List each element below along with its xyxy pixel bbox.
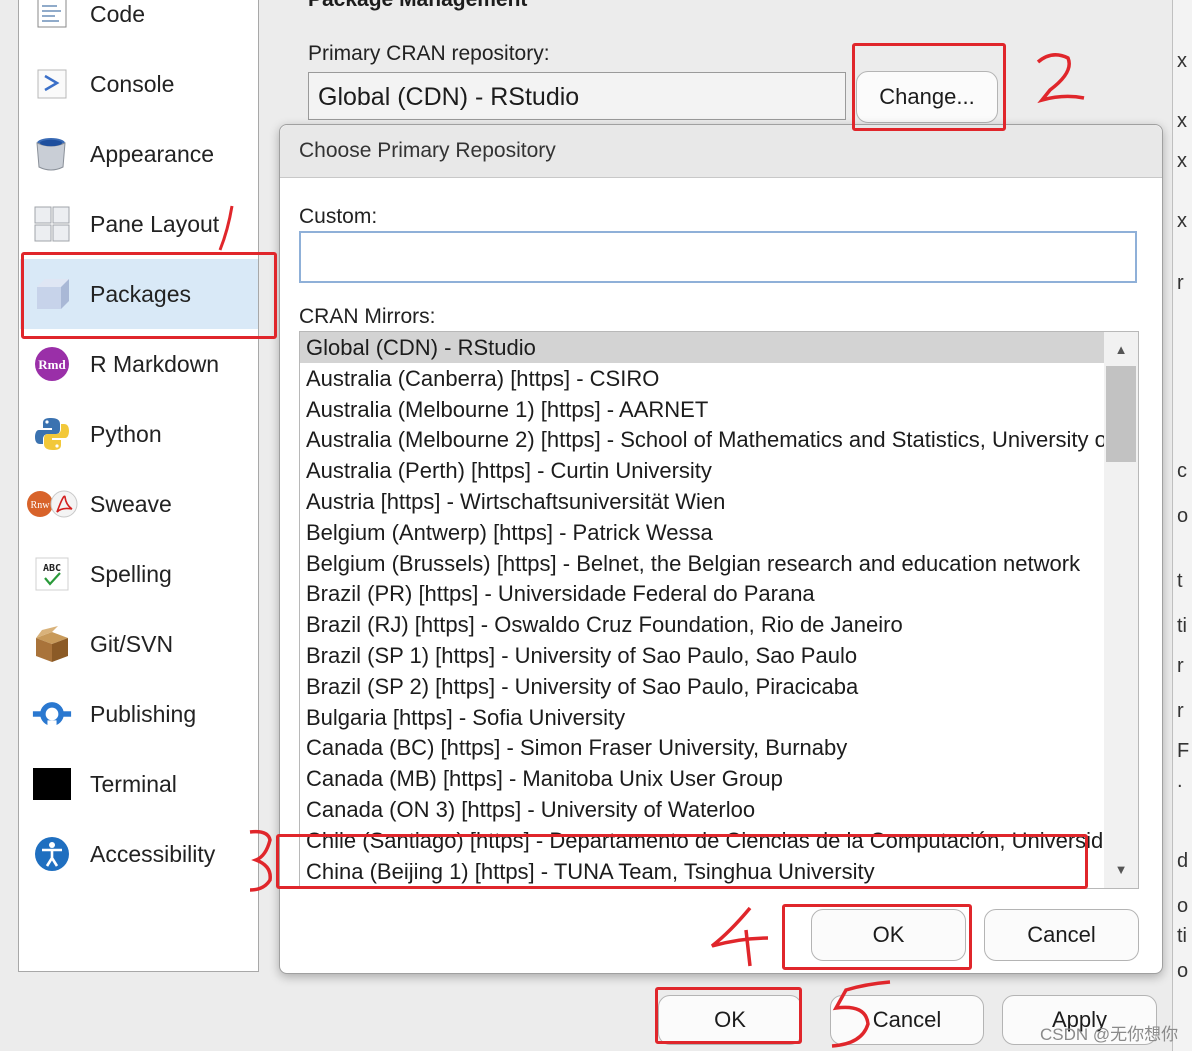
sidebar-item-label: Pane Layout <box>90 210 220 237</box>
watermark: CSDN @无你想你 <box>1040 1025 1179 1044</box>
sidebar-item-r-markdown[interactable]: Rmd R Markdown <box>20 329 258 399</box>
primary-cran-label: Primary CRAN repository: <box>308 42 550 65</box>
mirror-list-item[interactable]: Belgium (Brussels) [https] - Belnet, the… <box>300 548 1104 579</box>
sidebar-item-console[interactable]: Console <box>20 49 258 119</box>
sidebar-item-spelling[interactable]: ABC Spelling <box>20 539 258 609</box>
mirror-list-item[interactable]: Australia (Canberra) [https] - CSIRO <box>300 363 1104 394</box>
sidebar-item-label: Code <box>90 0 145 27</box>
mirror-list-item[interactable]: Australia (Melbourne 2) [https] - School… <box>300 424 1104 455</box>
custom-repository-input[interactable] <box>299 231 1137 283</box>
python-icon <box>32 414 72 454</box>
strip-char: ti <box>1177 615 1187 637</box>
strip-char: c <box>1177 460 1187 482</box>
console-icon <box>32 64 72 104</box>
strip-char: x <box>1177 210 1187 232</box>
rnw-badge-text: Rnw <box>31 500 51 511</box>
strip-char: x <box>1177 110 1187 132</box>
abc-badge-text: ABC <box>43 563 61 574</box>
sidebar-item-label: Packages <box>90 280 192 307</box>
git-box-icon <box>32 624 72 664</box>
strip-char: t <box>1177 570 1183 592</box>
background-window-strip: x x x x r c o t ti r r F. d o ti o <box>1172 0 1192 1051</box>
terminal-icon <box>32 764 72 804</box>
strip-char: r <box>1177 272 1184 294</box>
sidebar-item-publishing[interactable]: Publishing <box>20 679 258 749</box>
package-box-icon <box>32 274 72 314</box>
sidebar-item-git-svn[interactable]: Git/SVN <box>20 609 258 679</box>
mirror-list-item[interactable]: Belgium (Antwerp) [https] - Patrick Wess… <box>300 517 1104 548</box>
sidebar-item-accessibility[interactable]: Accessibility <box>20 819 258 889</box>
dialog-titlebar: Choose Primary Repository <box>280 125 1162 178</box>
choose-repository-dialog: Choose Primary Repository Custom: CRAN M… <box>279 124 1163 974</box>
change-repository-button[interactable]: Change... <box>856 71 998 123</box>
sweave-icon: Rnw <box>26 484 78 524</box>
scroll-up-arrow-icon[interactable]: ▲ <box>1104 334 1138 364</box>
mirror-list-item[interactable]: Brazil (PR) [https] - Universidade Feder… <box>300 578 1104 609</box>
sidebar-item-terminal[interactable]: Terminal <box>20 749 258 819</box>
custom-label: Custom: <box>299 205 378 228</box>
strip-char: x <box>1177 150 1187 172</box>
package-management-heading: Package Management <box>308 0 527 12</box>
preferences-category-sidebar: Code Console Appearance Pane Layout Pack… <box>18 0 259 972</box>
strip-char: r <box>1177 700 1184 722</box>
cran-mirrors-list[interactable]: Global (CDN) - RStudio Australia (Canberr… <box>299 331 1139 889</box>
sidebar-item-label: Spelling <box>90 560 172 587</box>
scroll-down-arrow-icon[interactable]: ▼ <box>1104 854 1138 884</box>
strip-char: o <box>1177 960 1189 982</box>
strip-char: o <box>1177 505 1189 527</box>
sidebar-item-label: Publishing <box>90 700 197 727</box>
mirror-list-item[interactable]: Brazil (SP 2) [https] - University of Sa… <box>300 671 1104 702</box>
mirror-list-item[interactable]: Canada (ON 3) [https] - University of Wa… <box>300 794 1104 825</box>
mirror-list-item[interactable]: Australia (Melbourne 1) [https] - AARNET <box>300 394 1104 425</box>
sidebar-item-label: Terminal <box>90 770 177 797</box>
code-icon <box>32 0 72 34</box>
preferences-ok-button[interactable]: OK <box>658 995 802 1045</box>
pane-layout-icon <box>32 204 72 244</box>
dialog-title: Choose Primary Repository <box>299 139 556 162</box>
sidebar-item-label: Appearance <box>90 140 215 167</box>
spelling-icon: ABC <box>32 554 72 594</box>
sidebar-item-label: Git/SVN <box>90 630 174 657</box>
sidebar-item-label: Accessibility <box>90 840 216 867</box>
strip-char: o <box>1177 895 1189 917</box>
mirror-list-item[interactable]: Austria [https] - Wirtschaftsuniversität… <box>300 486 1104 517</box>
strip-char: x <box>1177 50 1187 72</box>
mirror-list-item[interactable]: Brazil (RJ) [https] - Oswaldo Cruz Found… <box>300 609 1104 640</box>
strip-char: d <box>1177 850 1189 872</box>
mirror-list-item[interactable]: China (Beijing 1) [https] - TUNA Team, T… <box>300 856 1104 887</box>
strip-char: ti <box>1177 925 1187 947</box>
sidebar-item-python[interactable]: Python <box>20 399 258 469</box>
sidebar-item-pane-layout[interactable]: Pane Layout <box>20 189 258 259</box>
mirror-list-item[interactable]: Australia (Perth) [https] - Curtin Unive… <box>300 455 1104 486</box>
sidebar-item-label: Console <box>90 70 175 97</box>
strip-char: . <box>1177 770 1183 792</box>
mirror-list-item[interactable]: Chile (Santiago) [https] - Departamento … <box>300 825 1104 856</box>
mirror-list-item[interactable]: Canada (MB) [https] - Manitoba Unix User… <box>300 763 1104 794</box>
sidebar-item-sweave[interactable]: Rnw Sweave <box>20 469 258 539</box>
preferences-cancel-button[interactable]: Cancel <box>830 995 984 1045</box>
publishing-icon <box>32 694 72 734</box>
mirror-list-item[interactable]: Canada (BC) [https] - Simon Fraser Unive… <box>300 732 1104 763</box>
sidebar-item-label: Sweave <box>90 490 172 517</box>
scroll-thumb[interactable] <box>1106 366 1136 462</box>
sidebar-item-packages[interactable]: Packages <box>20 259 258 329</box>
sidebar-item-code[interactable]: Code <box>20 0 258 49</box>
dialog-cancel-button[interactable]: Cancel <box>984 909 1139 961</box>
dialog-ok-button[interactable]: OK <box>811 909 966 961</box>
mirror-list-item[interactable]: Global (CDN) - RStudio <box>300 332 1104 363</box>
primary-cran-field: Global (CDN) - RStudio <box>308 72 846 120</box>
sidebar-item-label: R Markdown <box>90 350 220 377</box>
accessibility-icon <box>32 834 72 874</box>
sidebar-item-label: Python <box>90 420 162 447</box>
mirrors-scrollbar[interactable]: ▲ ▼ <box>1104 332 1138 888</box>
strip-char: r <box>1177 655 1184 677</box>
rmarkdown-icon: Rmd <box>32 344 72 384</box>
sidebar-item-appearance[interactable]: Appearance <box>20 119 258 189</box>
paint-bucket-icon <box>32 134 72 174</box>
mirror-list-item[interactable]: Bulgaria [https] - Sofia University <box>300 702 1104 733</box>
cran-mirrors-label: CRAN Mirrors: <box>299 305 436 328</box>
rmd-badge-text: Rmd <box>38 357 66 372</box>
strip-char: F <box>1177 740 1190 762</box>
mirror-list-item[interactable]: Brazil (SP 1) [https] - University of Sa… <box>300 640 1104 671</box>
